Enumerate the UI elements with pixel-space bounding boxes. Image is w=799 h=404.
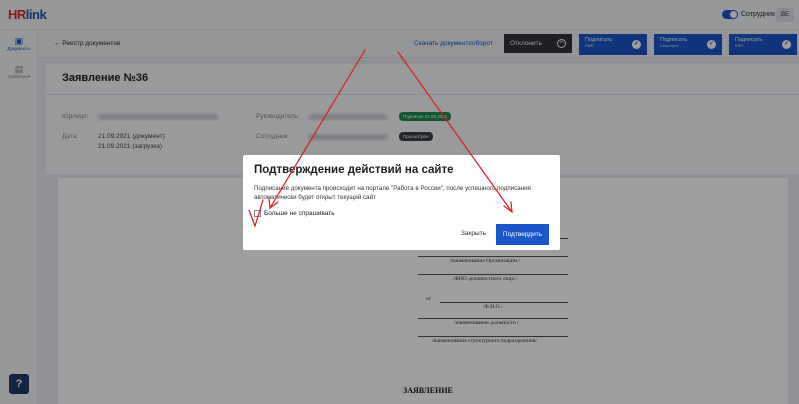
- dialog-title: Подтверждение действий на сайте: [254, 164, 454, 176]
- confirmation-dialog: Подтверждение действий на сайте Подписан…: [243, 155, 560, 250]
- dialog-text: Подписание документа происходит на порта…: [254, 185, 531, 201]
- dont-ask-checkbox[interactable]: [254, 210, 261, 217]
- confirm-button[interactable]: Подтвердить: [496, 224, 549, 245]
- close-button[interactable]: Закрыть: [461, 230, 486, 237]
- dont-ask-label[interactable]: Больше не спрашивать: [264, 210, 335, 217]
